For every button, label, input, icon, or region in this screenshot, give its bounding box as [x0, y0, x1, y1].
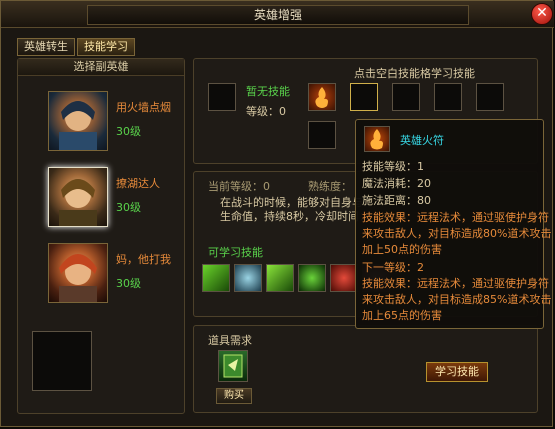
skill-icon-wind[interactable]	[298, 264, 326, 292]
hero-entry[interactable]: 撩湖达人 30级	[18, 159, 184, 233]
tooltip-title: 英雄火符	[400, 134, 444, 147]
skill-slot-highlighted[interactable]	[350, 83, 378, 111]
hero-level: 30级	[116, 125, 141, 138]
skill-slot[interactable]	[476, 83, 504, 111]
tab-skill-learning[interactable]: 技能学习	[77, 38, 135, 56]
skill-icon-poison[interactable]	[266, 264, 294, 292]
skill-book-item[interactable]	[218, 350, 248, 382]
learn-skill-button[interactable]: 学习技能	[426, 362, 488, 382]
close-button[interactable]: ✕	[531, 3, 553, 25]
skill-slot-filled[interactable]	[308, 83, 336, 111]
fire-talisman-icon	[315, 87, 328, 108]
hero-name: 妈，他打我	[116, 253, 171, 266]
hero-portrait	[48, 243, 108, 303]
current-skill-name: 暂无技能	[246, 85, 290, 98]
tooltip-line: 施法距离：80	[362, 194, 431, 207]
skill-tooltip: 英雄火符 技能等级：1 魔法消耗：20 施法距离：80 技能效果：远程法术，通过…	[355, 119, 551, 329]
skill-description-2: 生命值，持续8秒，冷却时间：	[220, 210, 370, 223]
empty-hero-slot[interactable]	[32, 331, 92, 391]
title-bar: 英雄增强 ✕	[1, 1, 554, 28]
tooltip-next-effect: 技能效果：远程法术，通过驱使护身符	[362, 277, 549, 290]
hero-name: 用火墙点烟	[116, 101, 171, 114]
hero-level: 30级	[116, 277, 141, 290]
skill-slot[interactable]	[392, 83, 420, 111]
tooltip-skill-icon	[364, 126, 390, 152]
skill-slot[interactable]	[308, 121, 336, 149]
hero-entry[interactable]: 妈，他打我 30级	[18, 235, 184, 309]
hero-face-icon	[59, 179, 97, 226]
window-title: 英雄增强	[87, 5, 469, 25]
item-requirement-panel: 道具需求 购买 学习技能	[193, 325, 538, 413]
skill-slot[interactable]	[434, 83, 462, 111]
hero-face-icon	[59, 254, 97, 302]
tooltip-effect: 加上50点的伤害	[362, 243, 442, 256]
buy-button[interactable]: 购买	[216, 388, 252, 404]
skill-icon-frost[interactable]	[234, 264, 262, 292]
tooltip-line: 技能等级：1	[362, 160, 424, 173]
mastery: 熟练度：	[308, 180, 352, 193]
hero-list-header: 选择副英雄	[18, 59, 184, 76]
tooltip-effect: 技能效果：远程法术，通过驱使护身符	[362, 211, 549, 224]
hero-list-panel: 选择副英雄 用火墙点烟 30级 撩湖达人 30级 妈，他打我 30级	[17, 58, 185, 414]
learnable-header: 可学习技能	[208, 246, 263, 259]
hero-name: 撩湖达人	[116, 177, 160, 190]
hero-portrait	[48, 91, 108, 151]
tooltip-line: 魔法消耗：20	[362, 177, 431, 190]
current-skill-level: 等级：0	[246, 105, 286, 118]
fire-talisman-icon	[370, 129, 383, 150]
hero-enhance-window: 英雄增强 ✕ 英雄转生 技能学习 选择副英雄 用火墙点烟 30级 撩湖达人 30…	[0, 0, 554, 427]
current-level: 当前等级：0	[208, 180, 270, 193]
tooltip-next-effect: 加上65点的伤害	[362, 309, 442, 322]
tooltip-effect: 来攻击敌人，对目标造成80%道术攻击	[362, 227, 552, 240]
tooltip-next-effect: 来攻击敌人，对目标造成85%道术攻击	[362, 293, 552, 306]
current-skill-slot	[208, 83, 236, 111]
tab-hero-rebirth[interactable]: 英雄转生	[17, 38, 75, 56]
skill-icon-demon[interactable]	[330, 264, 358, 292]
hero-level: 30级	[116, 201, 141, 214]
skill-icon-leaf[interactable]	[202, 264, 230, 292]
tooltip-next-level: 下一等级：2	[362, 261, 424, 274]
hero-portrait-selected	[48, 167, 108, 227]
hero-face-icon	[59, 101, 97, 150]
book-icon	[223, 354, 243, 378]
hero-entry[interactable]: 用火墙点烟 30级	[18, 83, 184, 157]
grid-header: 点击空白技能格学习技能	[354, 67, 475, 80]
item-header: 道具需求	[208, 334, 252, 347]
